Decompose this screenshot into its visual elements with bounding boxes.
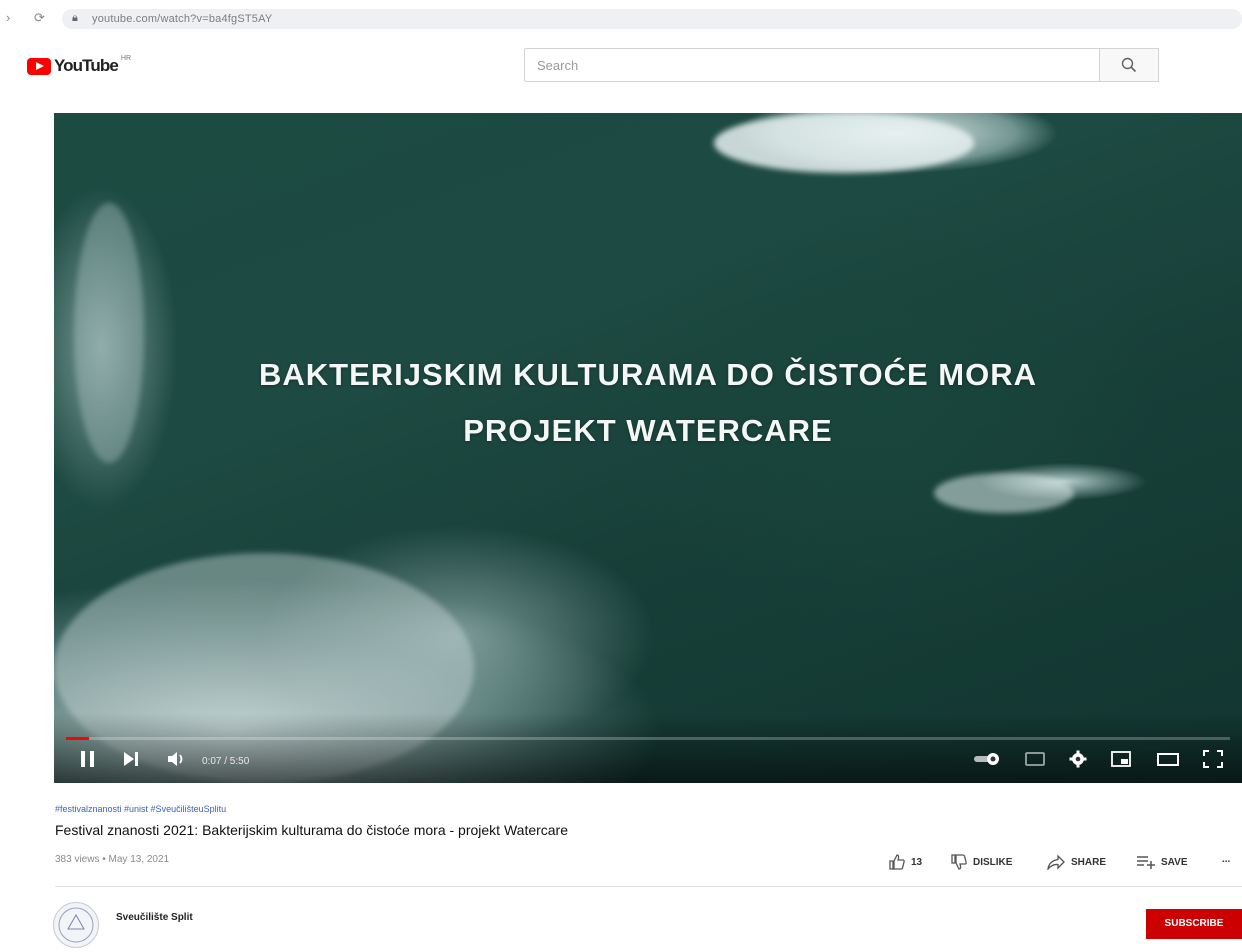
channel-name[interactable]: Sveučilište Split: [116, 912, 193, 923]
search-icon: [1121, 57, 1137, 73]
search-button[interactable]: [1099, 48, 1159, 82]
pause-icon[interactable]: [78, 749, 98, 769]
foam-decoration: [714, 113, 974, 173]
fullscreen-icon[interactable]: [1202, 749, 1224, 769]
share-button[interactable]: SHARE: [1046, 854, 1106, 870]
video-title: Festival znanosti 2021: Bakterijskim kul…: [55, 822, 569, 838]
video-hashtags[interactable]: #festivalznanosti #unist #SveučilišteuSp…: [55, 804, 226, 814]
like-button[interactable]: 13: [888, 854, 922, 870]
dislike-button[interactable]: DISLIKE: [950, 854, 1012, 870]
video-meta: 383 views • May 13, 2021: [55, 854, 170, 865]
divider: [55, 886, 1242, 887]
progress-fill: [66, 737, 90, 740]
thumbs-down-icon: [951, 854, 967, 870]
video-overlay-subtitle: PROJEKT WATERCARE: [463, 413, 833, 448]
save-label: SAVE: [1161, 856, 1188, 868]
playlist-add-icon: [1137, 856, 1155, 869]
dislike-label: DISLIKE: [973, 856, 1013, 868]
lock-icon[interactable]: 🔒︎: [72, 12, 78, 25]
subscribe-button[interactable]: SUBSCRIBE: [1146, 909, 1242, 939]
logo-region: HR: [120, 54, 132, 62]
search-box: [524, 48, 1100, 82]
video-player[interactable]: BAKTERIJSKIM KULTURAMA DO ČISTOĆE MORA P…: [54, 113, 1242, 783]
more-actions-button[interactable]: ...: [1222, 854, 1230, 865]
next-icon[interactable]: [122, 749, 140, 769]
logo-text: YouTube: [54, 56, 119, 75]
settings-icon[interactable]: [1068, 749, 1088, 769]
theater-mode-icon[interactable]: [1156, 749, 1180, 769]
like-count: 13: [911, 856, 923, 868]
forward-icon[interactable]: ›: [6, 10, 10, 25]
reload-icon[interactable]: ⟳: [34, 10, 45, 26]
save-button[interactable]: SAVE: [1136, 854, 1188, 870]
autoplay-toggle-icon[interactable]: [972, 749, 1002, 769]
subtitles-icon[interactable]: [1024, 749, 1046, 769]
browser-toolbar: › ⟳ 🔒︎ youtube.com/watch?v=ba4fgST5AY: [0, 0, 1242, 36]
thumbs-up-icon: [889, 854, 905, 870]
volume-icon[interactable]: [166, 749, 188, 769]
progress-bar[interactable]: [66, 737, 1230, 740]
share-label: SHARE: [1071, 856, 1107, 868]
video-overlay-title: BAKTERIJSKIM KULTURAMA DO ČISTOĆE MORA: [259, 357, 1037, 392]
time-display: 0:07 / 5:50: [202, 756, 250, 767]
search-input[interactable]: [525, 49, 1099, 81]
channel-avatar[interactable]: [53, 902, 99, 948]
university-seal-icon: [58, 907, 94, 943]
youtube-play-logo-icon: [27, 57, 51, 75]
controls-gradient: [54, 713, 1242, 783]
share-icon: [1047, 854, 1065, 870]
foam-decoration: [934, 473, 1074, 513]
miniplayer-icon[interactable]: [1110, 749, 1132, 769]
more-actions-icon: ...: [1222, 854, 1231, 865]
url-text[interactable]: youtube.com/watch?v=ba4fgST5AY: [92, 13, 272, 25]
youtube-logo[interactable]: YouTube HR: [27, 54, 132, 76]
